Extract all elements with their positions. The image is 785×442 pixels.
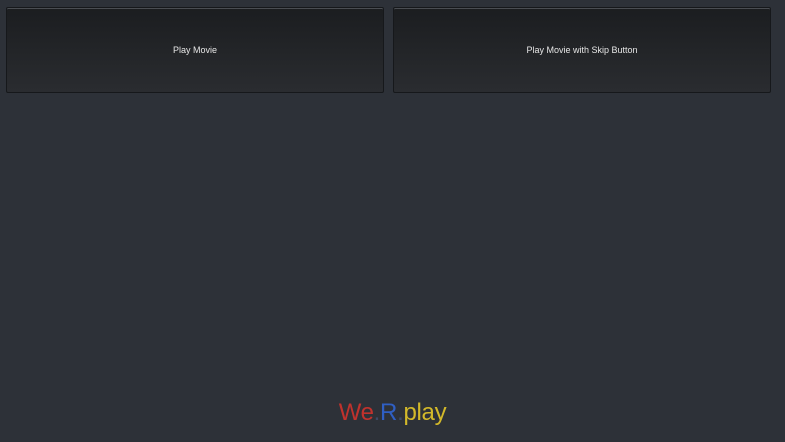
play-movie-with-skip-label: Play Movie with Skip Button: [526, 45, 638, 55]
play-movie-button[interactable]: Play Movie: [6, 7, 384, 93]
logo-we: We: [338, 399, 374, 426]
play-movie-label: Play Movie: [172, 45, 217, 55]
werplay-logo: We.R.play: [0, 398, 785, 428]
app-screen: Play Movie Play Movie with Skip Button W…: [0, 0, 785, 442]
play-movie-with-skip-button[interactable]: Play Movie with Skip Button: [393, 7, 771, 93]
logo-play: play: [403, 399, 447, 426]
logo-r: R: [380, 399, 398, 426]
